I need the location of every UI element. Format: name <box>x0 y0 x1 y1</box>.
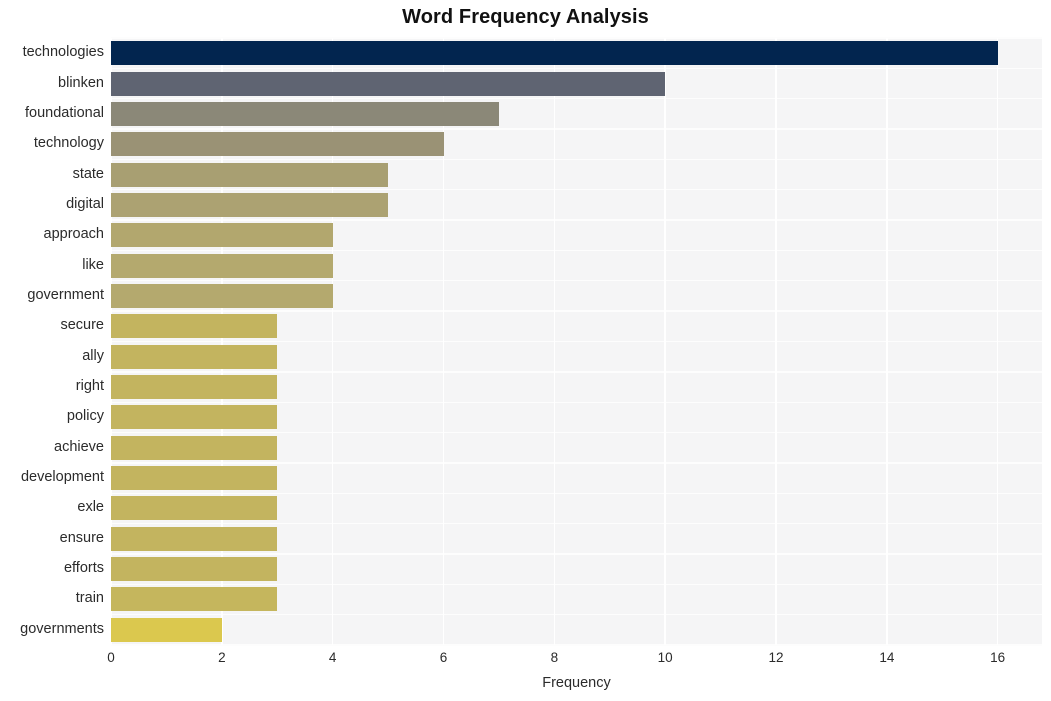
bar-exle[interactable] <box>111 496 278 521</box>
bar-policy[interactable] <box>111 405 278 430</box>
x-tick-label-16: 16 <box>990 650 1006 665</box>
bar-government[interactable] <box>111 283 333 308</box>
bar-governments[interactable] <box>111 617 222 642</box>
y-tick-label-exle: exle <box>77 499 104 516</box>
y-tick-label-government: government <box>27 286 104 303</box>
y-tick-label-train: train <box>75 590 104 607</box>
y-tick-label-digital: digital <box>66 195 104 212</box>
bar-train[interactable] <box>111 587 278 612</box>
bar-technologies[interactable] <box>111 41 998 66</box>
y-tick-label-development: development <box>20 469 104 486</box>
bar-technology[interactable] <box>111 132 444 157</box>
y-tick-label-approach: approach <box>43 226 104 243</box>
y-tick-label-efforts: efforts <box>63 560 104 577</box>
x-tick-label-0: 0 <box>107 650 115 665</box>
y-tick-label-right: right <box>75 378 104 395</box>
y-tick-label-achieve: achieve <box>54 438 104 455</box>
x-tick-label-12: 12 <box>768 650 784 665</box>
y-tick-label-technologies: technologies <box>22 44 104 61</box>
word-frequency-chart-figure: Word Frequency Analysis technologies blin… <box>0 0 1051 701</box>
y-tick-label-ally: ally <box>82 347 104 364</box>
y-axis-tick-labels: technologies blinken foundational technolog… <box>0 38 104 645</box>
y-tick-label-state: state <box>72 165 104 182</box>
bar-digital[interactable] <box>111 192 389 217</box>
bar-secure[interactable] <box>111 314 278 339</box>
y-tick-label-technology: technology <box>33 135 104 152</box>
y-tick-label-ensure: ensure <box>59 529 104 546</box>
bar-development[interactable] <box>111 466 278 491</box>
y-tick-label-like: like <box>82 256 104 273</box>
bar-right[interactable] <box>111 375 278 400</box>
x-tick-label-4: 4 <box>328 650 337 665</box>
x-tick-label-10: 10 <box>657 650 673 665</box>
bar-ally[interactable] <box>111 344 278 369</box>
x-axis-title: Frequency <box>542 675 611 691</box>
y-tick-label-foundational: foundational <box>24 104 104 121</box>
y-tick-label-secure: secure <box>60 317 104 334</box>
bar-efforts[interactable] <box>111 557 278 582</box>
plot-area <box>110 37 1042 646</box>
x-tick-label-2: 2 <box>218 650 226 665</box>
y-tick-label-blinken: blinken <box>58 74 104 91</box>
bar-approach[interactable] <box>111 223 333 248</box>
bar-achieve[interactable] <box>111 435 278 460</box>
bar-foundational[interactable] <box>111 101 499 126</box>
y-tick-label-policy: policy <box>66 408 104 425</box>
y-tick-label-governments: governments <box>20 620 104 637</box>
bar-blinken[interactable] <box>111 71 666 96</box>
bar-ensure[interactable] <box>111 526 278 551</box>
x-tick-label-6: 6 <box>439 650 448 665</box>
bar-state[interactable] <box>111 162 389 187</box>
x-tick-label-14: 14 <box>879 650 895 665</box>
bar-like[interactable] <box>111 253 333 278</box>
chart-title: Word Frequency Analysis <box>402 6 649 28</box>
bars-layer <box>111 38 1042 645</box>
x-tick-label-8: 8 <box>550 650 559 665</box>
